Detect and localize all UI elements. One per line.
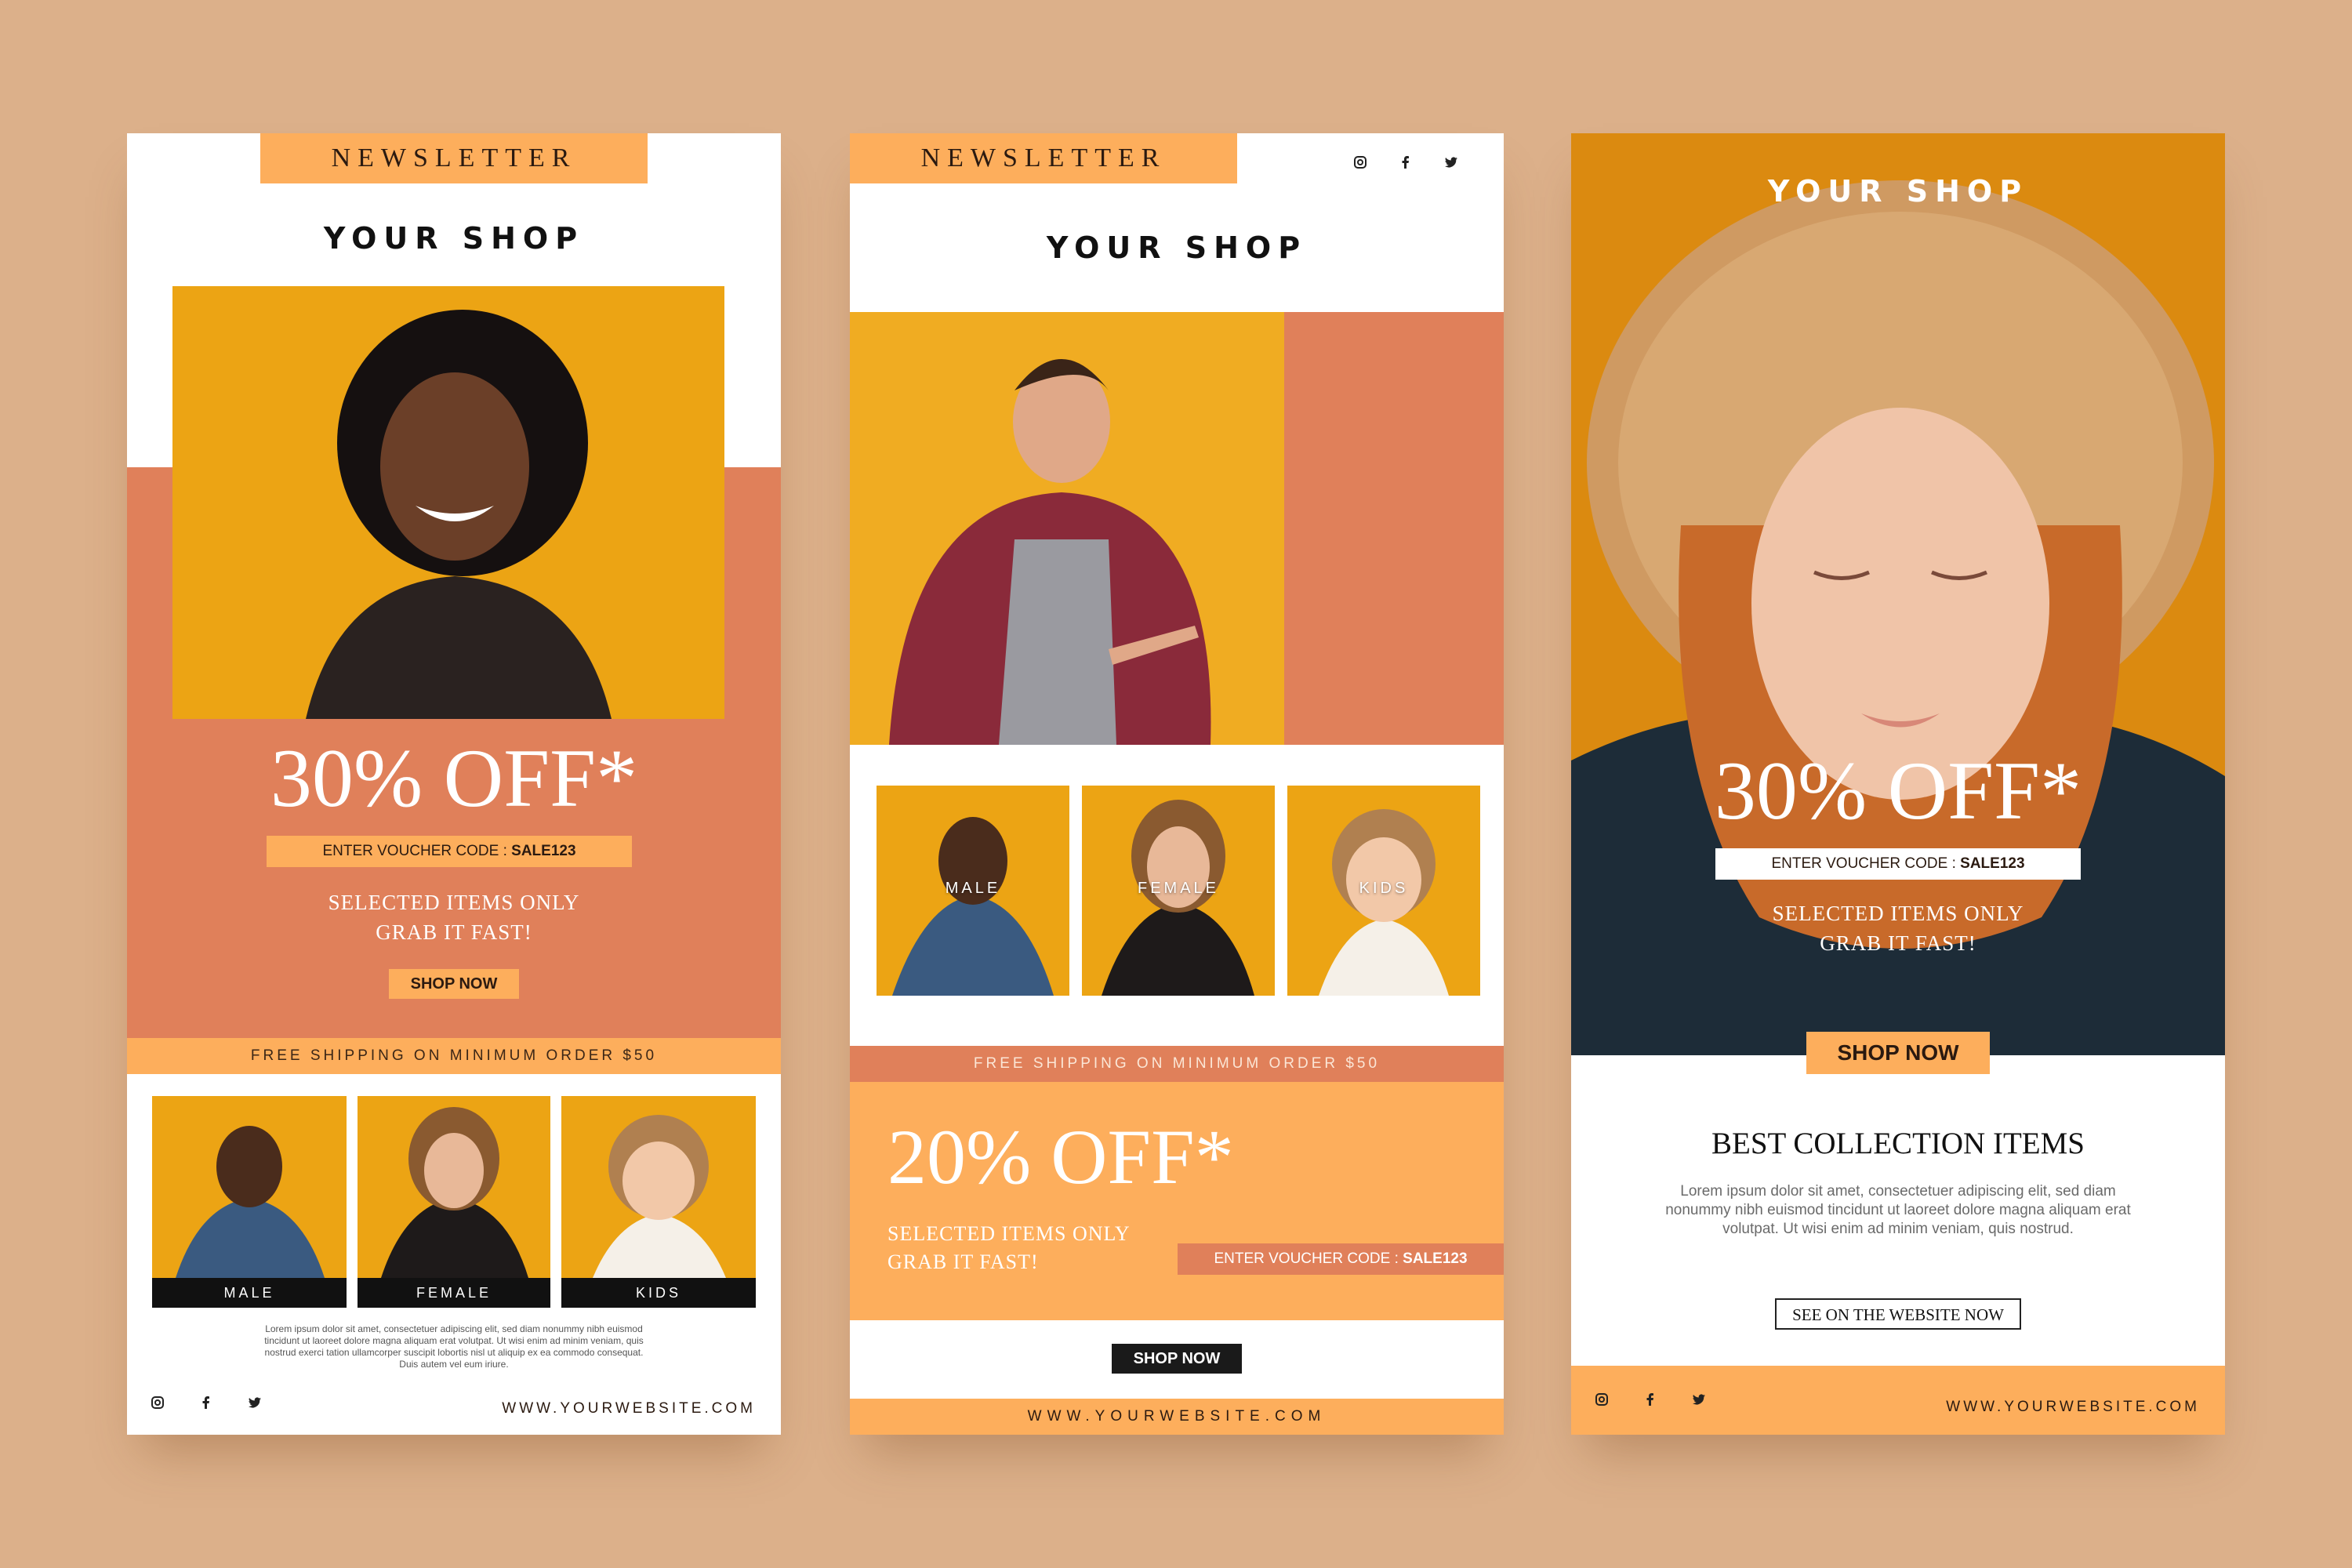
selected-line-1: SELECTED ITEMS ONLY: [1772, 902, 2024, 925]
selected-line-1: SELECTED ITEMS ONLY: [887, 1222, 1131, 1245]
voucher-code-box: ENTER VOUCHER CODE : SALE123: [267, 836, 632, 867]
category-thumb-male[interactable]: [152, 1096, 347, 1278]
website-link[interactable]: WWW.YOURWEBSITE.COM: [502, 1400, 756, 1417]
selected-items-text: SELECTED ITEMS ONLY GRAB IT FAST!: [887, 1220, 1131, 1276]
discount-headline: 20% OFF*: [887, 1113, 1234, 1200]
voucher-code-box: ENTER VOUCHER CODE : SALE123: [1178, 1243, 1504, 1275]
selected-line-2: GRAB IT FAST!: [1820, 931, 1976, 955]
free-shipping-text: FREE SHIPPING ON MINIMUM ORDER $50: [973, 1055, 1381, 1072]
voucher-code: SALE123: [511, 843, 576, 859]
shop-title: YOUR SHOP: [1046, 230, 1308, 265]
free-shipping-strip: FREE SHIPPING ON MINIMUM ORDER $50: [850, 1046, 1504, 1082]
shop-now-button[interactable]: SHOP NOW: [1806, 1032, 1990, 1074]
category-label-male[interactable]: MALE: [877, 880, 1069, 898]
voucher-code: SALE123: [1403, 1250, 1468, 1267]
category-thumb-female[interactable]: [358, 1096, 550, 1278]
website-link[interactable]: WWW.YOURWEBSITE.COM: [1946, 1399, 2200, 1416]
free-shipping-strip: FREE SHIPPING ON MINIMUM ORDER $50: [127, 1038, 781, 1074]
voucher-code: SALE123: [1960, 855, 2025, 872]
facebook-icon[interactable]: [1397, 154, 1414, 171]
see-website-button[interactable]: SEE ON THE WEBSITE NOW: [1775, 1298, 2021, 1330]
newsletter-card-3: YOUR SHOP 30% OFF* ENTER VOUCHER CODE : …: [1571, 133, 2225, 1435]
collection-description: Lorem ipsum dolor sit amet, consectetuer…: [1665, 1183, 2131, 1237]
newsletter-card-1: NEWSLETTER YOUR SHOP 30% OFF* ENTER VOUC…: [127, 133, 781, 1435]
shop-title: YOUR SHOP: [1767, 174, 2029, 209]
newsletter-card-2: NEWSLETTER YOUR SHOP MALE FEMALE KIDS FR…: [850, 133, 1504, 1435]
voucher-label: ENTER VOUCHER CODE :: [1214, 1250, 1403, 1267]
twitter-icon[interactable]: [246, 1394, 263, 1411]
selected-line-2: GRAB IT FAST!: [887, 1250, 1039, 1273]
hero-photo-woman: [172, 286, 724, 719]
free-shipping-text: FREE SHIPPING ON MINIMUM ORDER $50: [250, 1047, 658, 1064]
shop-now-button[interactable]: SHOP NOW: [389, 969, 519, 999]
category-label-kids[interactable]: KIDS: [1287, 880, 1480, 898]
selected-line-1: SELECTED ITEMS ONLY: [328, 891, 580, 914]
instagram-icon[interactable]: [1352, 154, 1369, 171]
social-links: [149, 1394, 263, 1411]
social-links: [1593, 1391, 1708, 1408]
voucher-label: ENTER VOUCHER CODE :: [1771, 855, 1961, 872]
facebook-icon[interactable]: [1642, 1391, 1659, 1408]
instagram-icon[interactable]: [149, 1394, 166, 1411]
social-links-top: [1352, 154, 1460, 171]
category-thumb-kids[interactable]: [561, 1096, 756, 1278]
instagram-icon[interactable]: [1593, 1391, 1610, 1408]
discount-headline: 30% OFF*: [270, 732, 638, 824]
category-label-female[interactable]: FEMALE: [1082, 880, 1275, 898]
newsletter-banner: NEWSLETTER: [850, 133, 1237, 183]
footer-strip: WWW.YOURWEBSITE.COM: [850, 1399, 1504, 1435]
lorem-paragraph: Lorem ipsum dolor sit amet, consectetuer…: [264, 1323, 644, 1370]
collection-title: BEST COLLECTION ITEMS: [1711, 1127, 2085, 1160]
voucher-label: ENTER VOUCHER CODE :: [322, 843, 512, 859]
shop-now-button[interactable]: SHOP NOW: [1112, 1344, 1242, 1374]
newsletter-banner: NEWSLETTER: [260, 133, 648, 183]
selected-line-2: GRAB IT FAST!: [376, 920, 532, 944]
hero-photo-man: [850, 312, 1284, 745]
selected-items-text: SELECTED ITEMS ONLY GRAB IT FAST!: [1571, 898, 2225, 958]
category-label-male[interactable]: MALE: [152, 1278, 347, 1308]
twitter-icon[interactable]: [1690, 1391, 1708, 1408]
category-label-female[interactable]: FEMALE: [358, 1278, 550, 1308]
voucher-code-box: ENTER VOUCHER CODE : SALE123: [1715, 848, 2081, 880]
selected-items-text: SELECTED ITEMS ONLY GRAB IT FAST!: [127, 887, 781, 947]
category-label-kids[interactable]: KIDS: [561, 1278, 756, 1308]
discount-headline: 30% OFF*: [1714, 745, 2082, 837]
website-link[interactable]: WWW.YOURWEBSITE.COM: [850, 1399, 1504, 1435]
facebook-icon[interactable]: [198, 1394, 215, 1411]
shop-title: YOUR SHOP: [323, 221, 585, 256]
twitter-icon[interactable]: [1443, 154, 1460, 171]
